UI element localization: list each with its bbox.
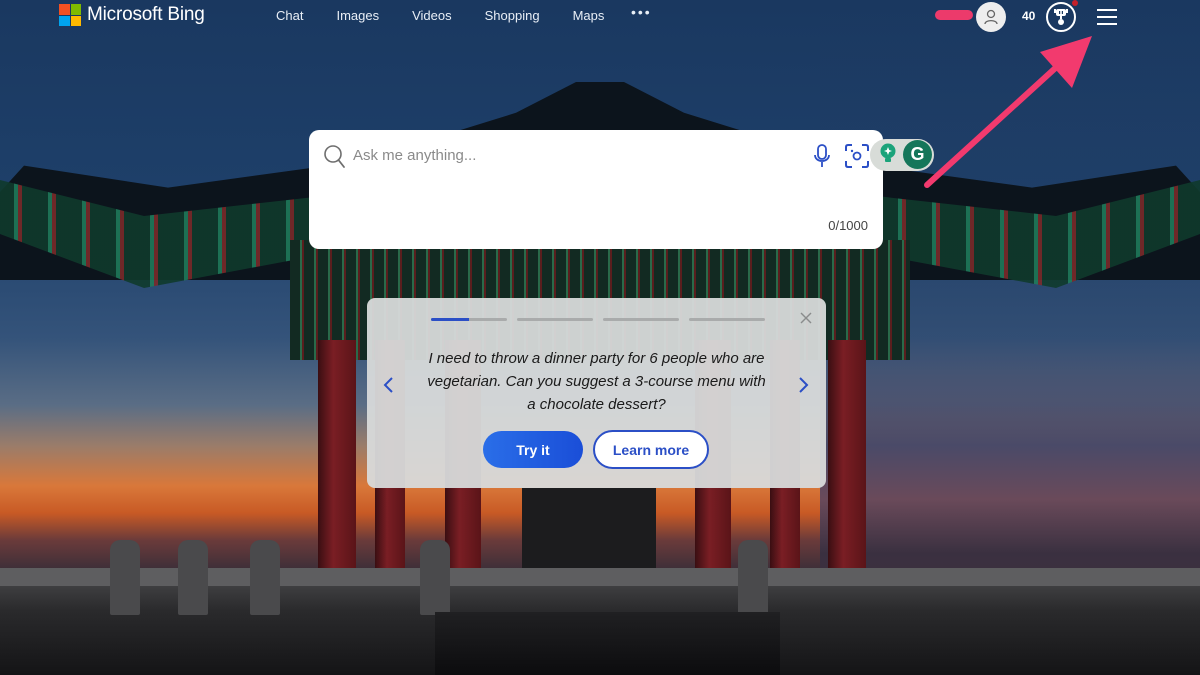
hamburger-menu-icon-line [1097,16,1117,18]
suggestion-prompt: I need to throw a dinner party for 6 peo… [427,350,766,413]
chevron-right-icon[interactable] [798,376,810,394]
balcony-post [738,540,768,615]
person-icon [984,9,998,25]
logo-square-blue [59,15,70,26]
nav-shopping[interactable]: Shopping [485,8,540,23]
balcony-post [178,540,208,615]
progress-step[interactable] [431,318,507,321]
stairs [435,612,780,675]
search-icon [324,145,345,168]
microphone-icon[interactable] [812,143,832,169]
visual-search-icon[interactable] [844,143,870,169]
nav-maps[interactable]: Maps [573,8,605,23]
learn-more-button[interactable]: Learn more [593,430,709,469]
grammarly-logo-icon[interactable]: G [903,140,932,169]
top-header: Microsoft Bing Chat Images Videos Shoppi… [0,0,1200,32]
logo-square-red [59,4,70,15]
redacted-username [935,10,973,20]
brand-name: Microsoft Bing [87,4,205,25]
red-pillar [828,340,866,580]
chevron-left-icon[interactable] [382,376,394,394]
logo-square-yellow [70,15,81,26]
progress-step[interactable] [689,318,765,321]
microsoft-logo-icon [59,4,81,26]
progress-step[interactable] [603,318,679,321]
rewards-button[interactable] [1046,2,1076,32]
hamburger-menu-icon-line [1097,23,1117,25]
lightbulb-icon[interactable] [879,143,897,165]
suggestion-card: I need to throw a dinner party for 6 peo… [367,298,826,488]
progress-step[interactable] [517,318,593,321]
close-icon[interactable] [800,312,812,324]
nav-more-button[interactable]: ••• [631,4,652,20]
bronze-bell [522,488,656,578]
try-it-button[interactable]: Try it [483,431,583,468]
profile-button[interactable] [976,2,1006,32]
hamburger-menu-icon-line [1097,9,1117,11]
bing-logo-link[interactable]: Microsoft Bing [59,4,205,26]
search-input[interactable] [353,143,793,167]
progress-step-fill [431,318,469,321]
nav-chat[interactable]: Chat [276,8,303,23]
carousel-progress [431,318,765,321]
hamburger-menu-button[interactable] [1097,9,1117,25]
nav-images[interactable]: Images [336,8,379,23]
logo-square-green [70,4,81,15]
balcony-post [110,540,140,615]
search-box: 0/1000 [309,130,883,249]
main-nav: Chat Images Videos Shopping Maps ••• [276,4,650,23]
nav-videos[interactable]: Videos [412,8,452,23]
notification-dot [1072,0,1078,6]
character-count: 0/1000 [828,218,868,233]
balcony-post [420,540,450,615]
trophy-icon [1054,9,1068,25]
red-pillar [318,340,356,580]
balcony-post [250,540,280,615]
rewards-points: 40 [1022,9,1036,23]
